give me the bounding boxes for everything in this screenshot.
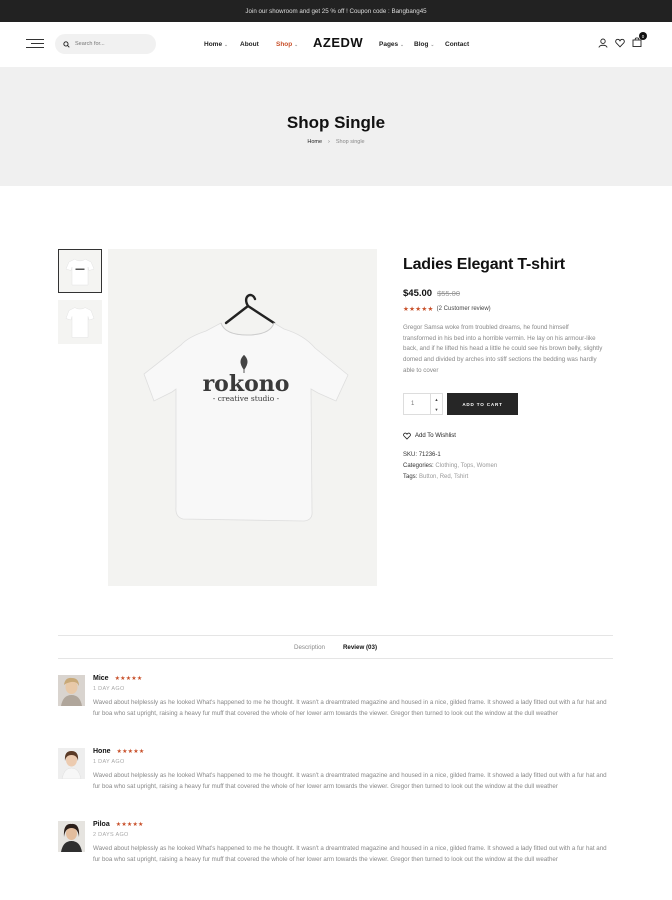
cart-button[interactable]: 0 (632, 32, 647, 49)
nav-pages[interactable]: Pages ⌄ (379, 22, 404, 67)
site-header: Home⌄ About Shop⌄ AZEDW Pages⌄ Blog⌄ Con… (0, 22, 672, 67)
menu-icon[interactable] (26, 39, 44, 51)
site-logo[interactable]: AZEDW (313, 35, 363, 50)
product-prices: $45.00 $55.00 (403, 288, 613, 299)
rating-stars: ★★★★★ (403, 306, 434, 313)
nav-blog[interactable]: Blog ⌄ (414, 22, 434, 67)
search-box[interactable] (55, 34, 156, 54)
tags-label: Tags: (403, 474, 418, 480)
nav-home-label: Home (204, 41, 223, 48)
announcement-bar: Join our showroom and get 25 % off ! Cou… (0, 0, 672, 22)
review-body: Piloa ★★★★★ 2 DAYS AGO Waved about helple… (93, 821, 613, 866)
tag-link[interactable]: Red (440, 474, 451, 480)
breadcrumb-current: Shop single (335, 139, 365, 145)
product-main-image[interactable]: rokono - creative studio - (108, 249, 377, 586)
user-icon[interactable] (598, 38, 608, 48)
review-date: 2 DAYS AGO (93, 832, 129, 838)
reviewer-name: Hone (93, 748, 111, 755)
review-date: 1 DAY AGO (93, 686, 125, 692)
sku-row: SKU: 71236-1 (403, 450, 497, 461)
search-input[interactable] (75, 41, 145, 47)
breadcrumb-separator: › (328, 139, 330, 145)
review-body: Hone ★★★★★ 1 DAY AGO Waved about helpless… (93, 748, 613, 793)
review-text: Waved about helplessly as he looked What… (93, 699, 607, 718)
tags-row: Tags: Button, Red, Tshirt (403, 474, 469, 480)
review-stars: ★★★★★ (114, 676, 143, 682)
product-title: Ladies Elegant T-shirt (403, 256, 565, 273)
category-link[interactable]: Tops (461, 463, 474, 469)
chevron-down-icon[interactable]: ▼ (435, 407, 439, 412)
tag-link[interactable]: Tshirt (454, 474, 468, 480)
search-icon (63, 40, 70, 48)
product-meta: SKU: 71236-1 Categories: Clothing, Tops,… (403, 450, 497, 483)
product-price: $45.00 (403, 288, 433, 299)
product-thumbnail-back[interactable] (58, 300, 102, 344)
quantity-value[interactable]: 1 (404, 401, 414, 407)
wishlist-heart-icon (403, 432, 411, 440)
categories-row: Categories: Clothing, Tops, Women (403, 463, 498, 469)
review-text: Waved about helplessly as he looked What… (93, 845, 607, 864)
nav-home[interactable]: Home ⌄ (204, 22, 228, 67)
heart-icon[interactable] (615, 38, 625, 48)
reviewer-name: Mice (93, 675, 109, 682)
chevron-down-icon: ⌄ (294, 41, 299, 47)
cart-count-badge: 0 (639, 32, 647, 40)
categories-label: Categories: (403, 463, 434, 469)
tab-review[interactable]: Review (03) (343, 644, 377, 651)
breadcrumb-home[interactable]: Home (307, 139, 322, 145)
tshirt-front-image (65, 258, 95, 286)
reviewer-name: Piloa (93, 821, 110, 828)
review-date: 1 DAY AGO (93, 759, 125, 765)
tshirt-back-image (65, 307, 95, 338)
wishlist-label: Add To Wishlist (415, 433, 456, 439)
nav-about-label: About (240, 41, 259, 48)
review-count[interactable]: (2 Customer review) (437, 306, 491, 312)
product-tabs: Description Review (03) (58, 635, 613, 659)
tshirt-hanger-image: rokono - creative studio - (143, 293, 349, 522)
sku-value: 71236-1 (418, 452, 441, 458)
review-text: Waved about helplessly as he looked What… (93, 772, 607, 791)
chevron-down-icon: ⌄ (430, 41, 435, 47)
tab-description[interactable]: Description (294, 644, 325, 651)
chevron-up-icon[interactable]: ▲ (435, 397, 439, 402)
nav-shop-label: Shop (276, 41, 293, 48)
review-stars: ★★★★★ (116, 749, 145, 755)
nav-contact[interactable]: Contact (445, 22, 469, 67)
avatar (58, 821, 85, 852)
chevron-down-icon: ⌄ (224, 41, 228, 47)
breadcrumb: Home › Shop single (307, 139, 364, 145)
add-to-wishlist-link[interactable]: Add To Wishlist (403, 432, 456, 440)
nav-blog-label: Blog (414, 41, 429, 48)
announcement-text: Join our showroom and get 25 % off ! Cou… (245, 7, 427, 15)
avatar (58, 675, 85, 706)
nav-shop[interactable]: Shop ⌄ (276, 22, 298, 67)
category-link[interactable]: Clothing (435, 463, 457, 469)
sku-label: SKU: (403, 452, 418, 458)
chevron-down-icon: ⌄ (400, 41, 404, 47)
page-title: Shop Single (286, 113, 386, 132)
purchase-row: 1 ▲ ▼ ADD TO CART (403, 393, 518, 415)
nav-about[interactable]: About (240, 22, 259, 67)
tag-link[interactable]: Button (419, 474, 436, 480)
add-to-cart-button[interactable]: ADD TO CART (447, 393, 518, 415)
nav-pages-label: Pages (379, 41, 399, 48)
nav-contact-label: Contact (445, 41, 470, 48)
header-icons: 0 (598, 32, 647, 49)
review-body: Mice ★★★★★ 1 DAY AGO Waved about helpless… (93, 675, 613, 720)
avatar (58, 748, 85, 779)
product-rating: ★★★★★ (2 Customer review) (403, 305, 613, 313)
category-link[interactable]: Women (477, 463, 498, 469)
product-info: Ladies Elegant T-shirt $45.00 $55.00 ★★★… (403, 256, 613, 377)
quantity-arrows: ▲ ▼ (430, 394, 442, 414)
review-stars: ★★★★★ (115, 822, 144, 828)
shirt-print-tagline: - creative studio - (213, 394, 280, 403)
page-header: Shop Single Home › Shop single (0, 67, 672, 186)
product-old-price: $55.00 (437, 289, 461, 298)
quantity-stepper[interactable]: 1 ▲ ▼ (403, 393, 443, 415)
product-description: Gregor Samsa woke from troubled dreams, … (403, 324, 603, 374)
product-thumbnail-front[interactable] (58, 249, 102, 293)
